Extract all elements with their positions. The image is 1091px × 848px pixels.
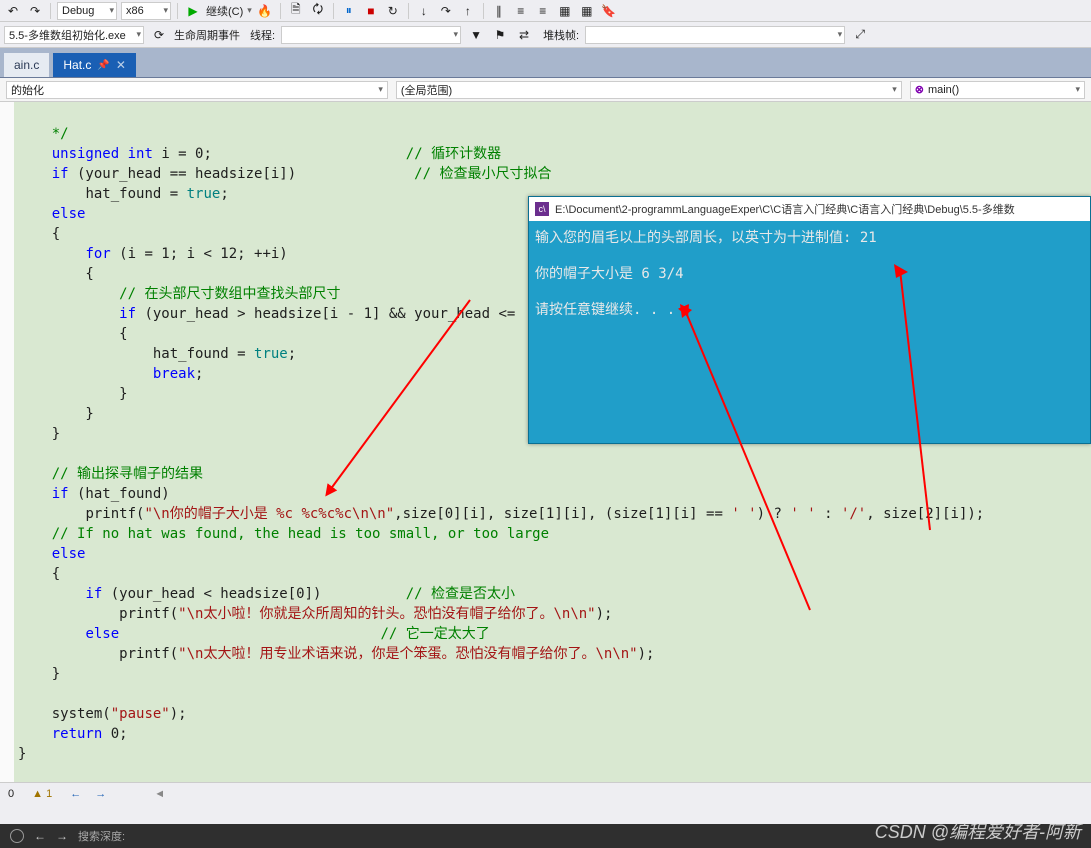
function-dropdown[interactable]: ⊗main() bbox=[910, 81, 1085, 99]
swap-icon[interactable]: ⇄ bbox=[515, 26, 533, 44]
prev-icon[interactable]: ← bbox=[34, 829, 46, 843]
stack-label: 堆栈帧: bbox=[543, 27, 579, 43]
console-app-icon: c\ bbox=[535, 202, 549, 216]
warning-count[interactable]: ▲ 1 bbox=[32, 788, 52, 800]
pin-icon[interactable]: 📌 bbox=[97, 60, 109, 71]
error-count[interactable]: 0 bbox=[8, 788, 14, 800]
prev-arrow-icon[interactable]: ← bbox=[70, 788, 81, 800]
config-dropdown[interactable]: Debug bbox=[57, 2, 117, 20]
stop-icon[interactable]: ■ bbox=[362, 2, 380, 20]
scope-dropdown[interactable]: 的始化 bbox=[6, 81, 388, 99]
watermark: CSDN @编程爱好者-阿新 bbox=[875, 818, 1081, 844]
refresh-icon[interactable]: ↻ bbox=[384, 2, 402, 20]
play-icon[interactable]: ▶ bbox=[184, 2, 202, 20]
thread-label: 线程: bbox=[250, 27, 275, 43]
tab-label: ain.c bbox=[14, 58, 39, 72]
annotation-arrow-2 bbox=[670, 300, 830, 630]
stackframe-dropdown[interactable] bbox=[585, 26, 845, 44]
nav-bar: 的始化 (全局范围) ⊗main() bbox=[0, 78, 1091, 102]
console-titlebar[interactable]: c\ E:\Document\2-programmLanguageExper\C… bbox=[529, 197, 1090, 221]
tab-ainc[interactable]: ain.c bbox=[4, 53, 49, 77]
uncomment-icon[interactable]: ▦ bbox=[578, 2, 596, 20]
tab-strip: ain.c Hat.c 📌 ✕ bbox=[0, 48, 1091, 78]
thread-dropdown[interactable] bbox=[281, 26, 461, 44]
lifecycle-icon[interactable]: ⟳ bbox=[150, 26, 168, 44]
platform-dropdown[interactable]: x86 bbox=[121, 2, 171, 20]
process-dropdown[interactable]: 5.5-多维数组初始化.exe bbox=[4, 26, 144, 44]
file-icon[interactable]: 🗎 bbox=[287, 2, 305, 20]
search-icon[interactable] bbox=[10, 829, 24, 843]
console-title-text: E:\Document\2-programmLanguageExper\C\C语… bbox=[555, 201, 1015, 217]
scroll-left-icon[interactable]: ◄ bbox=[154, 788, 165, 800]
tab-hatc[interactable]: Hat.c 📌 ✕ bbox=[53, 53, 136, 77]
annotation-arrow-1 bbox=[320, 290, 480, 510]
expand-icon[interactable]: ⤢ bbox=[851, 26, 869, 44]
pause-icon[interactable]: ⏸ bbox=[340, 2, 358, 20]
code-icon[interactable]: ∥ bbox=[490, 2, 508, 20]
hot-reload-icon[interactable]: 🔥 bbox=[256, 2, 274, 20]
filter-icon[interactable]: ▼ bbox=[467, 26, 485, 44]
tab-label: Hat.c bbox=[63, 58, 91, 72]
step-over-icon[interactable]: ↷ bbox=[437, 2, 455, 20]
step-out-icon[interactable]: ↑ bbox=[459, 2, 477, 20]
annotation-arrow-3 bbox=[880, 260, 960, 540]
close-icon[interactable]: ✕ bbox=[116, 58, 126, 72]
next-arrow-icon[interactable]: → bbox=[95, 788, 106, 800]
step-into-icon[interactable]: ↓ bbox=[415, 2, 433, 20]
nav-arrows: ← → bbox=[70, 788, 106, 800]
next-icon[interactable]: → bbox=[56, 829, 68, 843]
format-icon1[interactable]: ≡ bbox=[512, 2, 530, 20]
toolbar-second: 5.5-多维数组初始化.exe ⟳ 生命周期事件 线程: ▼ ⚑ ⇄ 堆栈帧: … bbox=[0, 22, 1091, 48]
status-bar: 0 ▲ 1 ← → ◄ bbox=[0, 782, 1091, 804]
continue-label[interactable]: 继续(C) bbox=[206, 3, 243, 19]
lifecycle-label: 生命周期事件 bbox=[174, 27, 240, 43]
comment-icon[interactable]: ▦ bbox=[556, 2, 574, 20]
search-depth-label: 搜索深度: bbox=[78, 828, 125, 844]
toolbar-top: ↶ ↷ Debug x86 ▶ 继续(C) ▾ 🔥 🗎 🗘 ⏸ ■ ↻ ↓ ↷ … bbox=[0, 0, 1091, 22]
undo-arrow-icon[interactable]: ↶ bbox=[4, 2, 22, 20]
class-dropdown[interactable]: (全局范围) bbox=[396, 81, 902, 99]
bookmark-icon[interactable]: 🔖 bbox=[600, 2, 618, 20]
redo-arrow-icon[interactable]: ↷ bbox=[26, 2, 44, 20]
formatting-icons: ∥ ≡ ≡ ▦ ▦ 🔖 bbox=[490, 2, 618, 20]
reload-icon[interactable]: 🗘 bbox=[309, 2, 327, 20]
format-icon2[interactable]: ≡ bbox=[534, 2, 552, 20]
flag-icon[interactable]: ⚑ bbox=[491, 26, 509, 44]
func-icon: ⊗ bbox=[915, 83, 924, 96]
margin-gutter bbox=[0, 102, 14, 782]
